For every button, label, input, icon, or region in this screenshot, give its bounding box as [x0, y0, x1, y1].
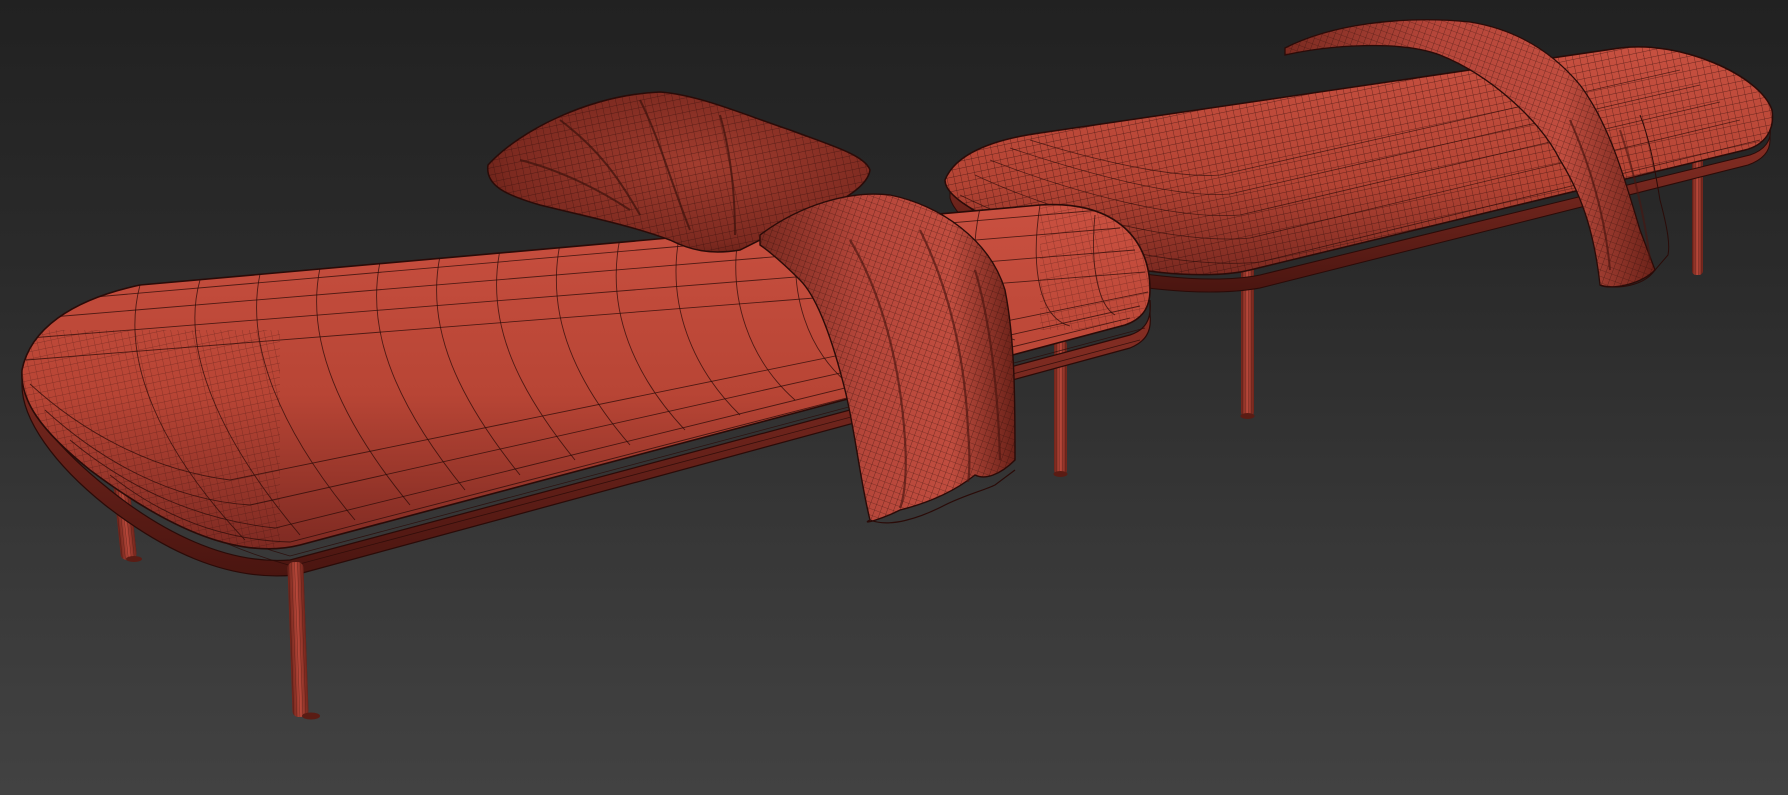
scene-canvas[interactable]	[0, 0, 1788, 795]
daybed-left-leg-front[interactable]	[287, 561, 320, 720]
daybed-right-leg-back[interactable]	[1692, 145, 1703, 275]
3d-viewport[interactable]	[0, 0, 1788, 795]
